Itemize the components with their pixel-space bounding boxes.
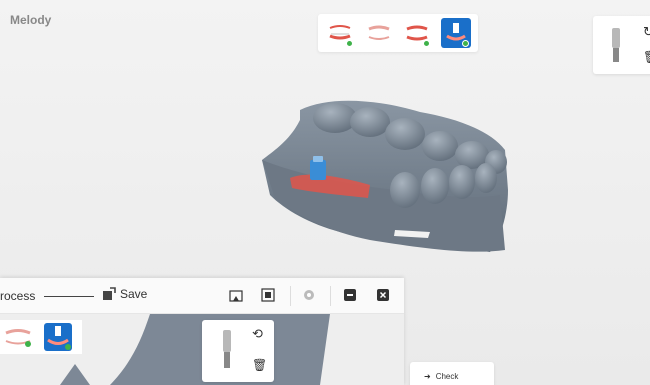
save-icon: [103, 287, 116, 300]
upper-jaw-scan-icon: [368, 25, 390, 40]
stage-implant-button[interactable]: [440, 18, 471, 48]
stage-upper-jaw-button[interactable]: [364, 18, 394, 48]
stage-bite-button[interactable]: [402, 18, 432, 48]
complete-indicator: [461, 40, 469, 47]
scan-body-icon: [223, 330, 231, 368]
mini-implant-stage-button[interactable]: [44, 323, 72, 351]
check-button[interactable]: ➜ Check: [410, 362, 494, 385]
save-button[interactable]: Save: [102, 287, 147, 301]
zoom-refresh-icon[interactable]: ⟲: [252, 326, 263, 342]
process-window-header: rocess Save: [0, 278, 404, 314]
mini-stage-toolbar: [0, 320, 82, 354]
toolbar-separator: [330, 286, 331, 306]
snapshot-icon[interactable]: [229, 288, 243, 302]
delete-icon[interactable]: 🗑: [643, 50, 650, 64]
implant-scan-icon: [47, 326, 71, 350]
process-preview[interactable]: ⟲ 🗑: [0, 314, 404, 385]
minimize-icon[interactable]: [343, 288, 357, 302]
toolbar-separator: [290, 286, 291, 306]
scan-body-panel: ↻ 🗑: [593, 16, 650, 74]
process-label[interactable]: rocess: [0, 289, 35, 303]
save-label: Save: [120, 287, 148, 301]
rotate-icon[interactable]: ↻: [643, 24, 650, 40]
close-icon[interactable]: [376, 288, 390, 302]
process-divider: [44, 296, 94, 297]
arrow-right-icon: ➜: [424, 371, 431, 381]
settings-icon[interactable]: [302, 288, 316, 302]
app-title: Melody: [10, 13, 52, 27]
check-label: Check: [435, 371, 459, 381]
complete-indicator: [346, 40, 354, 47]
complete-indicator: [423, 40, 431, 47]
scan-body-icon: [612, 28, 620, 62]
upper-jaw-scan-icon[interactable]: [4, 326, 32, 348]
view-icon[interactable]: [261, 288, 275, 302]
stage-lower-jaw-button[interactable]: [325, 18, 355, 48]
delete-icon[interactable]: 🗑: [252, 358, 267, 372]
process-window: rocess Save ⟲ 🗑: [0, 278, 404, 385]
mini-scan-body-panel: ⟲ 🗑: [202, 320, 274, 382]
stage-toolbar: [318, 14, 478, 52]
